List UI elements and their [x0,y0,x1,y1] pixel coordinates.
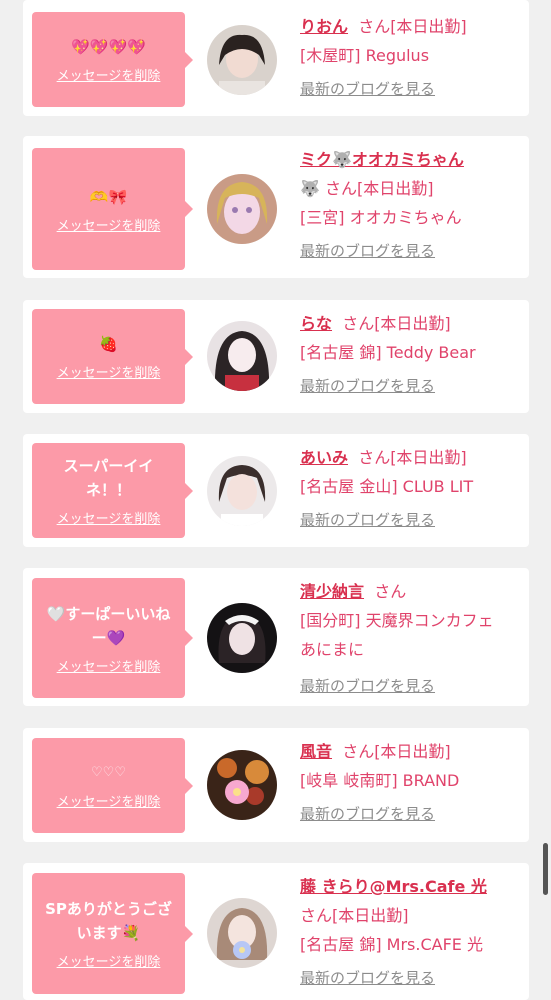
message-bubble: 🤍すーぱーいいね ー💜 メッセージを削除 [32,578,193,698]
cast-info: 清少納言 さん [国分町] 天魔界コンカフェ あにまに 最新のブログを見る [300,577,524,701]
avatar-photo-icon [207,456,277,526]
cast-name-link[interactable]: ミク🐺オオカミちゃん [300,150,464,169]
message-card: 🤍すーぱーいいね ー💜 メッセージを削除 清少納言 さん [国分町] 天魔界コン… [23,568,529,706]
latest-blog-link[interactable]: 最新のブログを見る [300,672,435,701]
message-bubble: スーパーイイ ネ！！ メッセージを削除 [32,443,193,538]
avatar-photo-icon [207,321,277,391]
cast-status: さん[本日出勤] [300,906,409,925]
message-feed: 💖💖💖💖 メッセージを削除 りおん さん[本日出勤] [木屋町] Regulus… [0,0,551,1000]
cast-info: ミク🐺オオカミちゃん 🐺 さん[本日出勤] [三宮] オオカミちゃん 最新のブロ… [300,145,524,266]
cast-shop: [名古屋 錦] Teddy Bear [300,343,476,362]
avatar-photo-icon [207,603,277,673]
cast-shop: [三宮] オオカミちゃん [300,208,462,227]
message-bubble: 🫶🎀 メッセージを削除 [32,148,193,270]
cast-status: さん[本日出勤] [342,742,451,761]
message-bubble: ♡♡♡ メッセージを削除 [32,738,193,833]
latest-blog-link[interactable]: 最新のブログを見る [300,75,435,104]
message-text: 🍓 [99,335,118,353]
latest-blog-link[interactable]: 最新のブログを見る [300,964,435,993]
avatar-photo-icon [207,25,277,95]
avatar[interactable] [207,750,277,820]
delete-message-link[interactable]: メッセージを削除 [57,508,161,527]
avatar-photo-icon [207,898,277,968]
delete-message-link[interactable]: メッセージを削除 [57,951,161,970]
avatar-photo-icon [207,750,277,820]
cast-shop-line2: あにまに [300,640,365,659]
message-bubble: SPありがとうござ います💐 メッセージを削除 [32,873,193,994]
message-card: SPありがとうござ います💐 メッセージを削除 藤 きらり@Mrs.Cafe 光… [23,863,529,1000]
avatar[interactable] [207,456,277,526]
cast-status: さん [374,582,407,601]
cast-name-link[interactable]: らな [300,314,332,333]
message-card: ♡♡♡ メッセージを削除 風音 さん[本日出勤] [岐阜 岐南町] BRAND … [23,728,529,842]
message-card: 💖💖💖💖 メッセージを削除 りおん さん[本日出勤] [木屋町] Regulus… [23,0,529,116]
delete-message-link[interactable]: メッセージを削除 [57,362,161,381]
latest-blog-link[interactable]: 最新のブログを見る [300,506,435,535]
cast-info: 風音 さん[本日出勤] [岐阜 岐南町] BRAND 最新のブログを見る [300,737,524,829]
cast-info: 藤 きらり@Mrs.Cafe 光 さん[本日出勤] [名古屋 錦] Mrs.CA… [300,872,524,993]
cast-name-link[interactable]: りおん [300,17,348,36]
latest-blog-link[interactable]: 最新のブログを見る [300,237,435,266]
message-text: スーパーイイ ネ！！ [63,457,154,499]
avatar[interactable] [207,174,277,244]
cast-info: りおん さん[本日出勤] [木屋町] Regulus 最新のブログを見る [300,12,524,104]
cast-status: さん[本日出勤] [358,448,467,467]
message-card: スーパーイイ ネ！！ メッセージを削除 あいみ さん[本日出勤] [名古屋 金山… [23,434,529,547]
cast-info: あいみ さん[本日出勤] [名古屋 金山] CLUB LIT 最新のブログを見る [300,443,524,535]
message-text: 🫶🎀 [89,187,128,206]
cast-status: さん[本日出勤] [358,17,467,36]
message-text: 🤍すーぱーいいね ー💜 [46,604,171,647]
delete-message-link[interactable]: メッセージを削除 [57,65,161,84]
cast-name-link[interactable]: 清少納言 [300,582,364,601]
cast-status: さん[本日出勤] [342,314,451,333]
cast-info: らな さん[本日出勤] [名古屋 錦] Teddy Bear 最新のブログを見る [300,309,524,401]
cast-name-link[interactable]: 風音 [300,742,332,761]
message-bubble: 🍓 メッセージを削除 [32,309,193,404]
cast-shop: [岐阜 岐南町] BRAND [300,771,460,790]
avatar-photo-icon [207,174,277,244]
avatar[interactable] [207,898,277,968]
cast-shop: [木屋町] Regulus [300,46,430,65]
latest-blog-link[interactable]: 最新のブログを見る [300,372,435,401]
delete-message-link[interactable]: メッセージを削除 [57,791,161,810]
latest-blog-link[interactable]: 最新のブログを見る [300,800,435,829]
message-text: 💖💖💖💖 [71,38,146,56]
delete-message-link[interactable]: メッセージを削除 [57,215,161,234]
message-bubble: 💖💖💖💖 メッセージを削除 [32,12,193,107]
cast-status: 🐺 さん[本日出勤] [300,179,434,198]
avatar[interactable] [207,603,277,673]
cast-shop: [名古屋 錦] Mrs.CAFE 光 [300,935,483,954]
avatar[interactable] [207,25,277,95]
scrollbar[interactable] [543,843,548,895]
cast-name-link[interactable]: あいみ [300,448,348,467]
message-text: SPありがとうござ います💐 [45,900,172,942]
cast-shop: [名古屋 金山] CLUB LIT [300,477,474,496]
message-card: 🫶🎀 メッセージを削除 ミク🐺オオカミちゃん 🐺 さん[本日出勤] [三宮] オ… [23,136,529,278]
avatar[interactable] [207,321,277,391]
message-text: ♡♡♡ [91,765,126,780]
cast-shop: [国分町] 天魔界コンカフェ [300,611,494,630]
message-card: 🍓 メッセージを削除 らな さん[本日出勤] [名古屋 錦] Teddy Bea… [23,300,529,413]
delete-message-link[interactable]: メッセージを削除 [57,656,161,675]
cast-name-link[interactable]: 藤 きらり@Mrs.Cafe 光 [300,877,487,896]
